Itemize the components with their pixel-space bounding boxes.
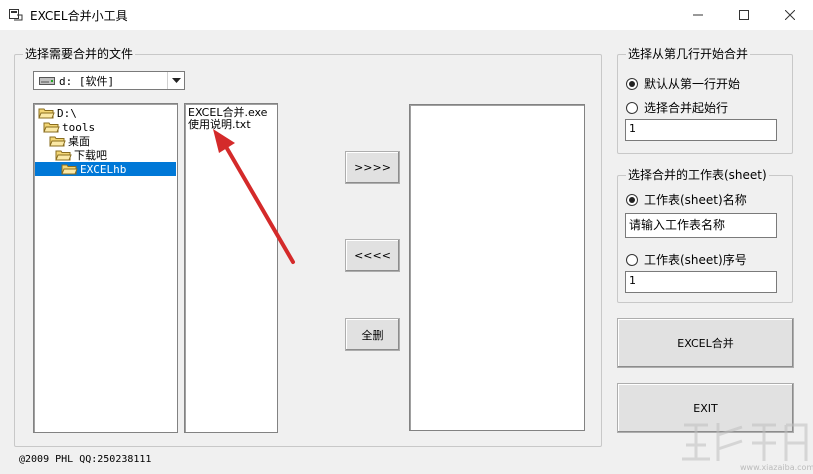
window-title: EXCEL合并小工具 (30, 9, 128, 23)
radio-custom-row[interactable]: 选择合并起始行 (626, 99, 728, 116)
excel-merge-button[interactable]: EXCEL合并 (617, 318, 794, 368)
drive-select[interactable]: d: [软件] (33, 71, 185, 90)
drive-select-value: d: [软件] (59, 74, 115, 88)
tree-item-downloads[interactable]: 下载吧 (55, 148, 107, 162)
maximize-button[interactable] (721, 0, 767, 30)
tree-item-excelhb[interactable]: EXCELhb (35, 162, 176, 176)
sheet-group-label: 选择合并的工作表(sheet) (626, 167, 769, 183)
radio-sheet-index-label: 工作表(sheet)序号 (644, 253, 747, 267)
open-folder-icon (49, 136, 66, 147)
watermark-url: www.xiazaiba.com (740, 463, 813, 472)
tree-item-tools[interactable]: tools (43, 120, 95, 134)
radio-sheet-name[interactable]: 工作表(sheet)名称 (626, 191, 747, 208)
radio-unchecked-icon (626, 101, 638, 114)
radio-sheet-index[interactable]: 工作表(sheet)序号 (626, 251, 747, 268)
select-files-label: 选择需要合并的文件 (23, 46, 136, 62)
radio-checked-icon (626, 193, 638, 206)
sheet-name-input[interactable]: 请输入工作表名称 (625, 213, 777, 238)
radio-default-row-label: 默认从第一行开始 (644, 77, 741, 91)
add-button[interactable]: >>>> (345, 151, 400, 184)
tree-item-label: D:\ (57, 106, 77, 120)
remove-button[interactable]: <<<< (345, 239, 400, 272)
folder-tree[interactable]: D:\ tools 桌面 下载吧 EXCELhb (33, 103, 178, 433)
maximize-icon (739, 10, 749, 20)
open-folder-icon (55, 150, 72, 161)
annotation-arrow-icon (213, 129, 295, 264)
tree-item-label: tools (62, 120, 96, 134)
start-row-input[interactable]: 1 (625, 119, 777, 141)
open-folder-icon (38, 108, 55, 119)
radio-checked-icon (626, 77, 638, 90)
tree-item-root[interactable]: D:\ (38, 106, 77, 120)
radio-custom-row-label: 选择合并起始行 (644, 101, 729, 115)
status-footer: @2009 PHL QQ:250238111 (19, 454, 152, 465)
title-bar: EXCEL合并小工具 (0, 0, 813, 30)
tree-item-desktop[interactable]: 桌面 (49, 134, 90, 148)
close-icon (785, 10, 795, 20)
delete-all-button[interactable]: 全删 (345, 318, 400, 351)
tree-item-label: 下载吧 (74, 149, 107, 162)
close-button[interactable] (767, 0, 813, 30)
open-folder-icon (43, 122, 60, 133)
minimize-icon (693, 14, 703, 16)
tree-item-label: EXCELhb (80, 162, 127, 176)
radio-sheet-name-label: 工作表(sheet)名称 (644, 193, 747, 207)
sheet-index-input[interactable]: 1 (625, 271, 777, 293)
radio-unchecked-icon (626, 253, 638, 266)
open-folder-icon (61, 164, 78, 175)
drive-icon (39, 76, 55, 85)
start-row-label: 选择从第几行开始合并 (626, 46, 751, 62)
radio-default-row[interactable]: 默认从第一行开始 (626, 75, 740, 92)
app-icon (9, 9, 23, 21)
minimize-button[interactable] (675, 0, 721, 30)
selected-files-list[interactable] (409, 104, 585, 431)
chevron-down-icon[interactable] (167, 72, 184, 89)
